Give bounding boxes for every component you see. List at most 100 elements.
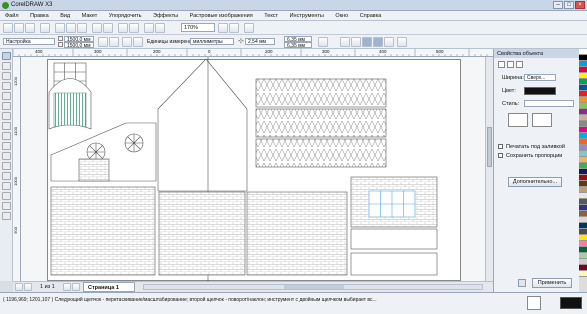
polygon-tool-icon[interactable] (2, 132, 11, 140)
fill-indicator-icon[interactable] (527, 296, 541, 310)
menu-tools[interactable]: Инструменты (285, 11, 329, 19)
papercraft-house-drawing[interactable] (21, 57, 493, 281)
menu-layout[interactable]: Макет (77, 11, 103, 19)
corel-online-icon[interactable] (155, 23, 165, 33)
menu-edit[interactable]: Правка (25, 11, 54, 19)
minimize-button[interactable]: – (553, 1, 563, 9)
last-page-icon[interactable] (72, 283, 80, 291)
all-pages-icon[interactable] (122, 37, 132, 47)
snap-to-guidelines-icon[interactable] (362, 37, 372, 47)
menu-arrange[interactable]: Упорядочить (104, 11, 147, 19)
pick-tool-icon[interactable] (2, 52, 11, 60)
snap-to-objects-icon[interactable] (373, 37, 383, 47)
paper-preset-select[interactable]: Настройка (3, 38, 55, 45)
interactive-blend-tool-icon[interactable] (2, 172, 11, 180)
line-style-select[interactable] (524, 100, 574, 107)
first-page-icon[interactable] (15, 283, 23, 291)
prev-page-icon[interactable] (24, 283, 32, 291)
snap-to-grid-icon[interactable] (351, 37, 361, 47)
keep-proportions-checkbox[interactable] (498, 153, 503, 158)
page-height-field[interactable]: 1500,0 мм (64, 42, 94, 49)
outline-tab-icon[interactable] (507, 61, 514, 68)
ruler-h-label: 400 (379, 49, 387, 54)
fill-tab-icon[interactable] (498, 61, 505, 68)
units-icon[interactable] (318, 37, 328, 47)
vertical-scrollbar[interactable] (485, 57, 493, 281)
landscape-icon[interactable] (109, 37, 119, 47)
redo-icon[interactable] (103, 23, 113, 33)
menu-file[interactable]: Файл (0, 11, 24, 19)
fill-tool-icon[interactable] (2, 202, 11, 210)
ellipse-tool-icon[interactable] (2, 122, 11, 130)
horizontal-ruler[interactable]: 400 300 200 0 200 300 400 500 (13, 49, 493, 57)
open-folder-icon[interactable] (14, 23, 24, 33)
rectangle-tool-icon[interactable] (2, 112, 11, 120)
export-icon[interactable] (129, 23, 139, 33)
current-page-icon[interactable] (133, 37, 143, 47)
advanced-button[interactable]: Дополнительно... (508, 177, 562, 187)
options-gear-icon[interactable] (397, 37, 407, 47)
color-label: Цвет: (502, 88, 516, 94)
apply-button[interactable]: Применить (532, 278, 572, 288)
vertical-ruler[interactable]: 1200 1100 1000 900 (13, 57, 21, 281)
table-tool-icon[interactable] (2, 162, 11, 170)
shape-tool-icon[interactable] (2, 62, 11, 70)
zoom-level-select[interactable]: 170% (181, 23, 215, 32)
duplicate-y-field[interactable]: 6,35 мм (284, 42, 312, 49)
portrait-icon[interactable] (98, 37, 108, 47)
cut-icon[interactable] (55, 23, 65, 33)
dynamic-guides-icon[interactable] (384, 37, 394, 47)
tab-page-1[interactable]: Страница 1 (83, 282, 135, 292)
menu-effects[interactable]: Эффекты (148, 11, 183, 19)
lock-icon[interactable] (518, 279, 526, 287)
menu-help[interactable]: Справка (355, 11, 387, 19)
interactive-fill-tool-icon[interactable] (2, 212, 11, 220)
zoom-tool-icon[interactable] (2, 82, 11, 90)
print-icon[interactable] (40, 23, 50, 33)
window-title: CorelDRAW X3 (11, 2, 53, 8)
end-arrow-select[interactable] (532, 113, 552, 127)
copy-icon[interactable] (66, 23, 76, 33)
start-arrow-select[interactable] (508, 113, 528, 127)
crop-tool-icon[interactable] (2, 72, 11, 80)
close-button[interactable]: × (575, 1, 585, 9)
outline-tool-icon[interactable] (2, 192, 11, 200)
drawing-canvas[interactable] (21, 57, 493, 281)
outline-indicator-icon[interactable] (560, 297, 582, 309)
basic-shapes-tool-icon[interactable] (2, 142, 11, 150)
outline-color-swatch[interactable] (524, 87, 556, 95)
menu-bitmaps[interactable]: Растровые изображения (185, 11, 258, 19)
menu-view[interactable]: Вид (55, 11, 75, 19)
ruler-h-label: 200 (265, 49, 273, 54)
treat-as-filled-icon[interactable] (340, 37, 350, 47)
menu-window[interactable]: Окно (330, 11, 353, 19)
save-icon[interactable] (25, 23, 35, 33)
horizontal-scrollbar[interactable] (143, 284, 483, 290)
color-swatch[interactable] (579, 271, 587, 277)
nudge-distance-field[interactable]: 2,54 мм (245, 38, 275, 45)
application-launcher-icon[interactable] (144, 23, 154, 33)
undo-icon[interactable] (92, 23, 102, 33)
zoom-apply-icon[interactable] (218, 23, 228, 33)
smart-fill-tool-icon[interactable] (2, 102, 11, 110)
h-scroll-thumb[interactable] (284, 285, 344, 289)
next-page-icon[interactable] (63, 283, 71, 291)
text-tool-icon[interactable] (2, 152, 11, 160)
maximize-button[interactable]: □ (564, 1, 574, 9)
scroll-thumb[interactable] (487, 127, 492, 167)
new-document-icon[interactable] (3, 23, 13, 33)
general-tab-icon[interactable] (516, 61, 523, 68)
freehand-tool-icon[interactable] (2, 92, 11, 100)
outline-width-select[interactable]: Сверх... (524, 74, 556, 81)
ruler-v-label: 1000 (13, 177, 18, 186)
units-select[interactable]: миллиметры (190, 38, 234, 45)
coreldraw-app-icon (2, 2, 9, 9)
menu-text[interactable]: Текст (259, 11, 283, 19)
object-properties-docker: Свойства объекта Ширина: Сверх... Цвет: … (493, 49, 580, 292)
import-icon[interactable] (118, 23, 128, 33)
paste-icon[interactable] (77, 23, 87, 33)
eyedropper-tool-icon[interactable] (2, 182, 11, 190)
print-under-fill-checkbox[interactable] (498, 144, 503, 149)
snap-icon[interactable] (229, 23, 239, 33)
options-icon[interactable] (244, 23, 254, 33)
